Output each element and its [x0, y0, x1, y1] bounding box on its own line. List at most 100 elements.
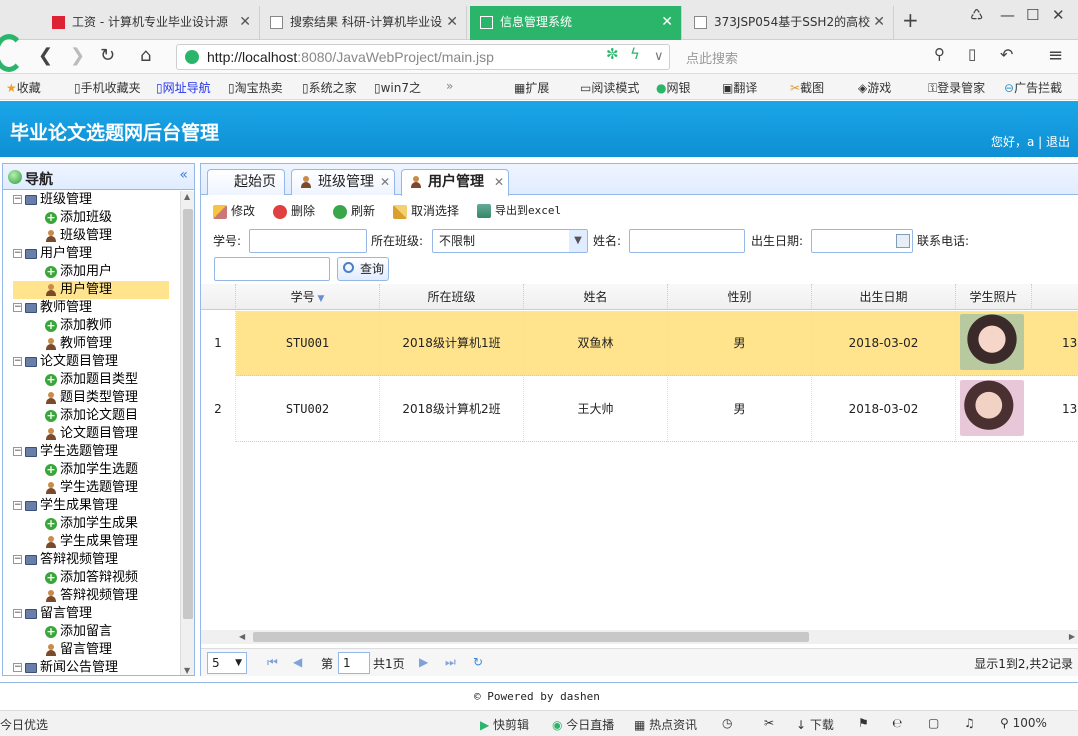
- nav-item[interactable]: + 添加学生成果: [45, 515, 138, 533]
- lightning-icon[interactable]: ϟ: [630, 45, 640, 63]
- birth-date-input[interactable]: [811, 229, 913, 253]
- zoom-control[interactable]: ⚲ 100%: [1000, 716, 1047, 730]
- nav-item[interactable]: 用户管理: [13, 281, 169, 299]
- nav-group[interactable]: − 班级管理: [13, 191, 92, 209]
- search-field[interactable]: 点此搜索: [686, 48, 738, 67]
- forward-icon[interactable]: ❯: [70, 45, 85, 66]
- nav-item[interactable]: + 添加留言: [45, 623, 112, 641]
- close-icon[interactable]: ✕: [239, 6, 251, 38]
- nav-item[interactable]: 留言管理: [45, 641, 112, 659]
- nav-item[interactable]: + 添加学生选题: [45, 461, 138, 479]
- status-left-text[interactable]: 今日优选: [0, 716, 48, 733]
- bookmark-games[interactable]: ◈游戏: [858, 79, 891, 96]
- nav-item[interactable]: + 添加教师: [45, 317, 112, 335]
- status-news[interactable]: ▦ 热点资讯: [634, 716, 697, 733]
- scroll-left-icon[interactable]: ◀: [239, 632, 245, 641]
- grid-horizontal-scrollbar[interactable]: ◀ ▶: [201, 630, 1078, 644]
- nav-item[interactable]: + 添加用户: [45, 263, 112, 281]
- minimize-button[interactable]: —: [1000, 6, 1015, 24]
- greeting-logout-link[interactable]: 您好，a | 退出: [991, 133, 1070, 150]
- header-name[interactable]: 姓名: [524, 284, 668, 310]
- nav-item[interactable]: + 添加答辩视频: [45, 569, 138, 587]
- browser-tab-4[interactable]: 373JSP054基于SSH2的高校 ✕: [684, 6, 894, 40]
- nav-group[interactable]: − 学生成果管理: [13, 497, 118, 515]
- query-button[interactable]: 查询: [337, 257, 389, 281]
- expand-toggle-icon[interactable]: −: [13, 555, 22, 564]
- name-input[interactable]: [629, 229, 745, 253]
- undo-icon[interactable]: ↶: [1000, 45, 1013, 64]
- tab-home[interactable]: 起始页: [207, 169, 285, 195]
- bookmark-mobile[interactable]: ▯手机收藏夹: [74, 79, 141, 96]
- url-field[interactable]: http://localhost:8080/JavaWebProject/mai…: [176, 44, 670, 70]
- page-number-input[interactable]: 1: [338, 652, 370, 674]
- expand-toggle-icon[interactable]: −: [13, 501, 22, 510]
- close-icon[interactable]: ✕: [380, 170, 390, 194]
- next-page-icon[interactable]: ▶: [419, 655, 428, 669]
- deselect-button[interactable]: 取消选择: [393, 202, 459, 219]
- more-bookmarks-icon[interactable]: »: [446, 79, 453, 93]
- close-window-button[interactable]: ✕: [1052, 6, 1065, 24]
- page-size-select[interactable]: 5 ▼: [207, 652, 247, 674]
- expand-toggle-icon[interactable]: −: [13, 249, 22, 258]
- close-icon[interactable]: ✕: [446, 6, 458, 38]
- menu-icon[interactable]: ≡: [1048, 45, 1063, 66]
- scroll-right-icon[interactable]: ▶: [1069, 632, 1075, 641]
- nav-item[interactable]: 学生选题管理: [45, 479, 138, 497]
- bookmark-win7[interactable]: ▯win7之: [374, 79, 421, 96]
- nav-item[interactable]: + 添加题目类型: [45, 371, 138, 389]
- nav-group[interactable]: − 答辩视频管理: [13, 551, 118, 569]
- close-icon[interactable]: ✕: [873, 6, 885, 38]
- nav-item[interactable]: 答辩视频管理: [45, 587, 138, 605]
- bookmark-favorites[interactable]: ★收藏: [6, 79, 41, 96]
- expand-toggle-icon[interactable]: −: [13, 609, 22, 618]
- back-icon[interactable]: ❮: [38, 45, 53, 66]
- bookmark-extensions[interactable]: ▦扩展: [514, 79, 549, 96]
- bookmark-screenshot[interactable]: ✂截图: [790, 79, 824, 96]
- nav-item[interactable]: + 添加论文题目: [45, 407, 138, 425]
- ie-icon[interactable]: ℮: [892, 716, 902, 730]
- close-icon[interactable]: ✕: [494, 170, 504, 194]
- bookmark-bank[interactable]: ●网银: [656, 79, 691, 96]
- reload-icon[interactable]: ↻: [473, 655, 483, 669]
- bookmark-system[interactable]: ▯系统之家: [302, 79, 357, 96]
- nav-group[interactable]: − 留言管理: [13, 605, 92, 623]
- phone-icon[interactable]: ▯: [968, 45, 976, 63]
- skin-icon[interactable]: ♺: [970, 6, 983, 24]
- first-page-icon[interactable]: ⏮: [267, 655, 278, 670]
- new-tab-button[interactable]: +: [902, 8, 919, 32]
- reload-icon[interactable]: ↻: [100, 45, 115, 66]
- nav-group[interactable]: − 用户管理: [13, 245, 92, 263]
- bookmark-login[interactable]: ⚿登录管家: [928, 79, 985, 96]
- flag-icon[interactable]: ⚑: [858, 716, 869, 730]
- bookmark-reader[interactable]: ▭阅读模式: [580, 79, 639, 96]
- table-row[interactable]: 2 STU002 2018级计算机2班 王大帅 男 2018-03-02 13: [201, 377, 1078, 442]
- student-no-input[interactable]: [249, 229, 367, 253]
- status-download[interactable]: ↓ 下载: [796, 716, 834, 733]
- browser-tab-1[interactable]: 工资 - 计算机专业毕业设计源 ✕: [42, 6, 260, 40]
- nav-item[interactable]: 班级管理: [45, 227, 112, 245]
- chevron-down-icon[interactable]: ∨: [654, 49, 664, 64]
- nav-item[interactable]: 学生成果管理: [45, 533, 138, 551]
- nav-item[interactable]: 论文题目管理: [45, 425, 138, 443]
- tools-icon[interactable]: ✂: [764, 716, 774, 730]
- prev-page-icon[interactable]: ◀: [293, 655, 302, 669]
- last-page-icon[interactable]: ⏭: [445, 655, 456, 670]
- search-icon[interactable]: ⚲: [934, 45, 945, 63]
- browser-tab-2[interactable]: 搜索结果 科研-计算机毕业设 ✕: [260, 6, 467, 40]
- nav-group[interactable]: − 学生选题管理: [13, 443, 118, 461]
- scroll-down-icon[interactable]: ▼: [184, 666, 190, 675]
- header-student-no[interactable]: 学号 ▼: [236, 284, 380, 310]
- header-gender[interactable]: 性别: [668, 284, 812, 310]
- home-icon[interactable]: ⌂: [140, 45, 151, 66]
- class-select[interactable]: 不限制 ▼: [432, 229, 588, 253]
- speed-icon[interactable]: ◷: [722, 716, 732, 730]
- close-icon[interactable]: ✕: [661, 6, 673, 38]
- expand-toggle-icon[interactable]: −: [13, 195, 22, 204]
- expand-toggle-icon[interactable]: −: [13, 357, 22, 366]
- nav-item[interactable]: + 添加班级: [45, 209, 112, 227]
- browser-tab-3-active[interactable]: 信息管理系统 ✕: [470, 6, 682, 40]
- edit-button[interactable]: 修改: [213, 202, 255, 219]
- nav-item[interactable]: 教师管理: [45, 335, 112, 353]
- expand-toggle-icon[interactable]: −: [13, 663, 22, 672]
- table-row[interactable]: 1 STU001 2018级计算机1班 双鱼林 男 2018-03-02 13: [201, 311, 1078, 376]
